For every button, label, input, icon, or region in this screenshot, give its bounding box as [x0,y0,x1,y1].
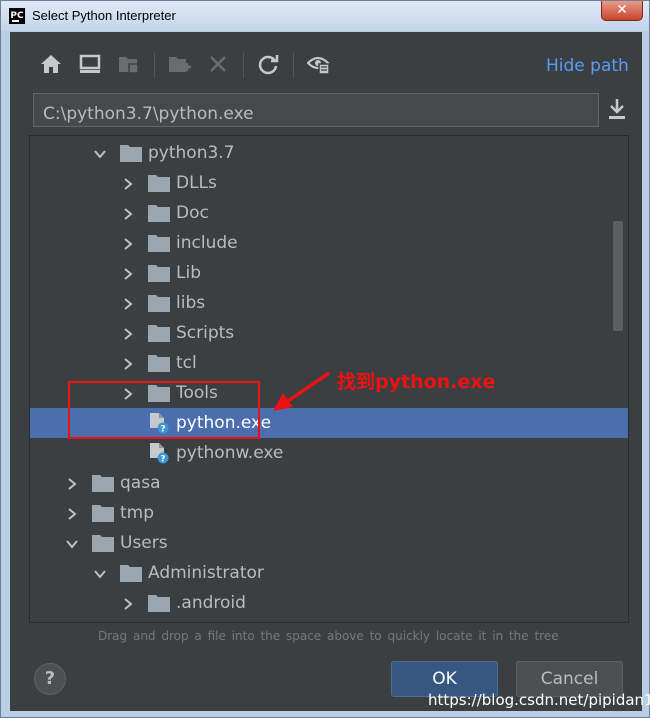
toolbar-separator [243,52,244,78]
delete-icon[interactable] [206,52,230,76]
folder-icon [148,264,170,282]
tree-row-folder[interactable]: tmp [30,498,628,528]
chevron-down-icon[interactable] [65,536,79,550]
show-hidden-icon[interactable] [307,52,331,76]
tree-row-label: qasa [120,473,161,493]
tree-row-folder[interactable]: Lib [30,258,628,288]
tree-row-folder[interactable]: Administrator [30,558,628,588]
tree-scrollbar[interactable] [613,221,623,331]
tree-row-label: Lib [176,263,201,283]
annotation-arrow-icon [273,371,330,411]
folder-icon [92,474,114,492]
project-icon[interactable] [117,52,141,76]
chevron-right-icon[interactable] [65,476,79,490]
folder-icon [148,354,170,372]
chevron-right-icon[interactable] [121,596,135,610]
tree-row-label: python3.7 [148,143,235,163]
tree-row-file[interactable]: ? pythonw.exe [30,438,628,468]
pycharm-app-icon: PC [9,8,25,24]
download-icon[interactable] [607,98,627,120]
tree-row-folder[interactable]: DLLs [30,168,628,198]
chevron-right-icon[interactable] [121,356,135,370]
tree-row-label: pythonw.exe [176,443,284,463]
chevron-right-icon[interactable] [121,296,135,310]
chevron-down-icon[interactable] [93,566,107,580]
chevron-right-icon[interactable] [121,236,135,250]
tree-row-folder[interactable]: python3.7 [30,138,628,168]
home-icon[interactable] [39,52,63,76]
desktop-icon[interactable] [78,52,102,76]
tree-row-folder[interactable]: Scripts [30,318,628,348]
chevron-down-icon[interactable] [93,146,107,160]
tree-row-label: Doc [176,203,209,223]
folder-icon [92,504,114,522]
tree-row-folder[interactable]: Users [30,528,628,558]
folder-icon [120,144,142,162]
new-folder-icon[interactable] [168,52,192,76]
chevron-right-icon[interactable] [121,176,135,190]
watermark: https://blog.csdn.net/pipidan11 [428,691,650,709]
tree-row-label: libs [176,293,206,313]
annotation-highlight-box [68,381,260,439]
hide-path-link[interactable]: Hide path [546,56,629,76]
dialog-window: PC Select Python Interpreter ✕ Hide path [0,0,650,718]
chevron-right-icon[interactable] [121,326,135,340]
tree-row-folder[interactable]: Doc [30,198,628,228]
folder-icon [92,534,114,552]
tree-row-label: tmp [120,503,155,523]
toolbar-separator [154,52,155,78]
folder-icon [148,324,170,342]
folder-icon [148,294,170,312]
chevron-right-icon[interactable] [121,266,135,280]
window-title: Select Python Interpreter [32,8,176,23]
chevron-right-icon[interactable] [65,506,79,520]
python-file-icon: ? [148,442,170,465]
tree-row-label: Scripts [176,323,235,343]
svg-text:?: ? [160,455,165,465]
folder-icon [148,234,170,252]
tree-row-label: Administrator [148,563,264,583]
tree-row-folder[interactable]: libs [30,288,628,318]
tree-row-folder[interactable]: qasa [30,468,628,498]
drag-drop-hint: Drag and drop a file into the space abov… [98,629,559,643]
tree-row-label: tcl [176,353,197,373]
path-input[interactable] [33,93,599,127]
folder-icon [148,594,170,612]
folder-icon [148,174,170,192]
window-close-button[interactable]: ✕ [601,1,643,21]
tree-row-folder[interactable]: .android [30,588,628,618]
tree-row-label: include [176,233,238,253]
tree-row-label: DLLs [176,173,217,193]
annotation-text: 找到python.exe [337,371,496,393]
tree-row-folder[interactable]: include [30,228,628,258]
title-bar[interactable]: PC Select Python Interpreter ✕ [1,1,649,31]
tree-row-label: Users [120,533,168,553]
toolbar-separator [293,52,294,78]
refresh-icon[interactable] [256,52,280,76]
tree-row-label: .android [176,593,246,613]
chevron-right-icon[interactable] [121,206,135,220]
help-button[interactable]: ? [34,663,66,695]
folder-icon [148,204,170,222]
folder-icon [120,564,142,582]
